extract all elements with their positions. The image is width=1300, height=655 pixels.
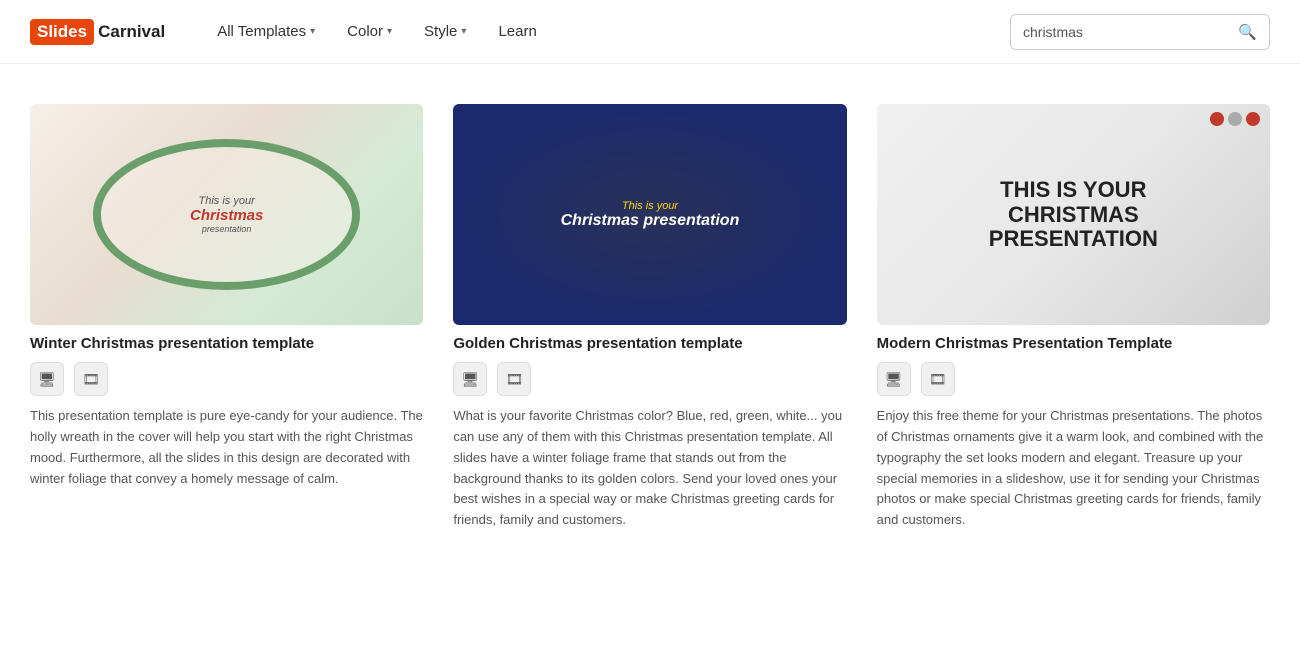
thumb-golden-line2: Christmas presentation xyxy=(561,212,740,230)
header: Slides Carnival All Templates ▾ Color ▾ … xyxy=(0,0,1300,64)
monitor-icon-btn-golden[interactable]: 🖥 xyxy=(453,362,487,396)
film-icon-3: 🎞 xyxy=(929,371,947,388)
template-card-winter: This is your Christmas presentation Wint… xyxy=(30,104,423,531)
monitor-icon: 🖥 xyxy=(38,371,56,388)
main-nav: All Templates ▾ Color ▾ Style ▾ Learn xyxy=(205,15,1010,48)
nav-learn-label: Learn xyxy=(498,23,536,40)
nav-color[interactable]: Color ▾ xyxy=(335,15,404,48)
thumb-winter-line3: presentation xyxy=(202,224,252,234)
template-action-icons-golden: 🖥 🎞 xyxy=(453,362,846,396)
nav-style-label: Style xyxy=(424,23,457,40)
logo-slides: Slides xyxy=(30,19,94,45)
template-card-golden: This is your Christmas presentation Gold… xyxy=(453,104,846,531)
film-icon-2: 🎞 xyxy=(505,371,523,388)
template-desc-winter: This presentation template is pure eye-c… xyxy=(30,406,423,489)
template-card-modern: THIS IS YOUR CHRISTMAS PRESENTATION Mode… xyxy=(877,104,1270,531)
thumb-modern-line2: CHRISTMAS xyxy=(1008,202,1139,227)
film-icon-btn-winter[interactable]: 🎞 xyxy=(74,362,108,396)
template-title-golden: Golden Christmas presentation template xyxy=(453,335,846,352)
monitor-icon-btn-modern[interactable]: 🖥 xyxy=(877,362,911,396)
ornament-red xyxy=(1210,112,1224,126)
film-icon-btn-modern[interactable]: 🎞 xyxy=(921,362,955,396)
logo-carnival: Carnival xyxy=(98,22,165,42)
template-thumbnail-golden[interactable]: This is your Christmas presentation xyxy=(453,104,846,325)
thumb-modern-lines: THIS IS YOUR CHRISTMAS PRESENTATION xyxy=(989,178,1158,251)
monitor-icon-btn-winter[interactable]: 🖥 xyxy=(30,362,64,396)
ornaments-group xyxy=(1210,112,1260,126)
ornament-red2 xyxy=(1246,112,1260,126)
template-thumbnail-modern[interactable]: THIS IS YOUR CHRISTMAS PRESENTATION xyxy=(877,104,1270,325)
thumb-modern-line1: THIS IS YOUR xyxy=(1000,177,1146,202)
nav-all-templates-label: All Templates xyxy=(217,23,306,40)
chevron-down-icon-2: ▾ xyxy=(387,26,392,37)
thumb-modern-line3: PRESENTATION xyxy=(989,226,1158,251)
chevron-down-icon: ▾ xyxy=(310,26,315,37)
search-bar: 🔍 xyxy=(1010,14,1270,50)
thumbnail-wreath: This is your Christmas presentation xyxy=(93,139,360,289)
thumb-golden-line1: This is your xyxy=(622,200,678,212)
thumb-winter-line2: Christmas xyxy=(190,207,263,224)
nav-learn[interactable]: Learn xyxy=(486,15,548,48)
search-input[interactable] xyxy=(1011,16,1226,48)
chevron-down-icon-3: ▾ xyxy=(461,26,466,37)
film-icon: 🎞 xyxy=(82,371,100,388)
nav-all-templates[interactable]: All Templates ▾ xyxy=(205,15,327,48)
monitor-icon-3: 🖥 xyxy=(885,371,903,388)
template-action-icons-winter: 🖥 🎞 xyxy=(30,362,423,396)
search-icon: 🔍 xyxy=(1238,24,1257,41)
template-action-icons-modern: 🖥 🎞 xyxy=(877,362,1270,396)
template-title-winter: Winter Christmas presentation template xyxy=(30,335,423,352)
template-desc-golden: What is your favorite Christmas color? B… xyxy=(453,406,846,531)
ornament-silver xyxy=(1228,112,1242,126)
template-title-modern: Modern Christmas Presentation Template xyxy=(877,335,1270,352)
templates-grid: This is your Christmas presentation Wint… xyxy=(30,104,1270,531)
nav-color-label: Color xyxy=(347,23,383,40)
film-icon-btn-golden[interactable]: 🎞 xyxy=(497,362,531,396)
thumb-winter-line1: This is your xyxy=(199,195,255,207)
main-content: This is your Christmas presentation Wint… xyxy=(0,64,1300,571)
logo[interactable]: Slides Carnival xyxy=(30,19,165,45)
template-thumbnail-winter[interactable]: This is your Christmas presentation xyxy=(30,104,423,325)
template-desc-modern: Enjoy this free theme for your Christmas… xyxy=(877,406,1270,531)
nav-style[interactable]: Style ▾ xyxy=(412,15,478,48)
monitor-icon-2: 🖥 xyxy=(461,371,479,388)
search-button[interactable]: 🔍 xyxy=(1226,15,1269,49)
